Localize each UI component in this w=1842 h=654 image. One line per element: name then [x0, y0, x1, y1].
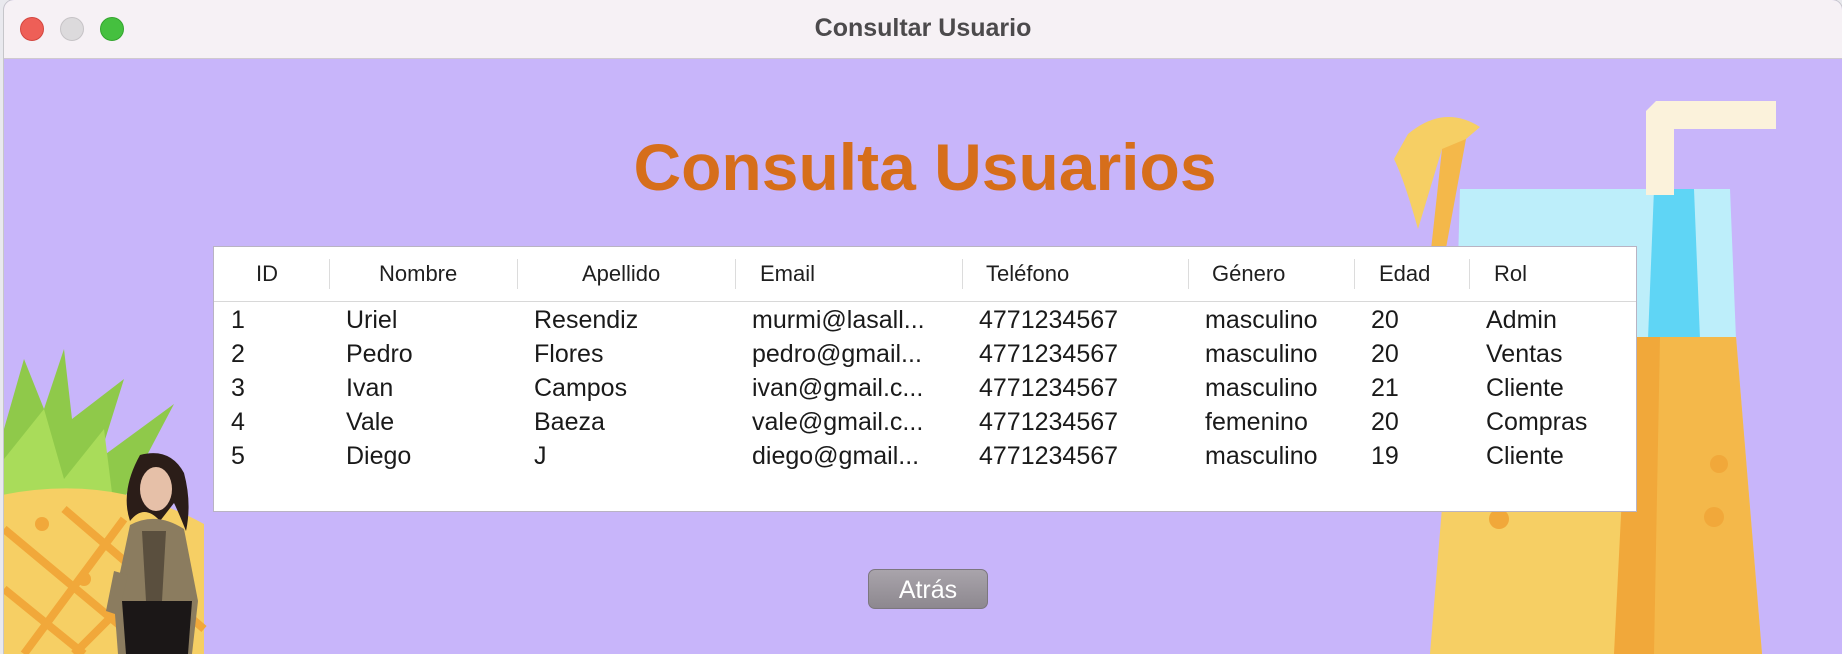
table-header: ID Nombre Apellido Email Teléfono Género…	[214, 247, 1636, 302]
column-separator[interactable]	[1188, 259, 1189, 289]
cell-rol: Cliente	[1486, 374, 1564, 402]
column-separator[interactable]	[517, 259, 518, 289]
back-button[interactable]: Atrás	[868, 569, 988, 609]
cell-genero: masculino	[1205, 374, 1318, 402]
cell-telefono: 4771234567	[979, 306, 1119, 334]
cell-genero: masculino	[1205, 442, 1318, 470]
table-row[interactable]: 5 Diego J diego@gmail... 4771234567 masc…	[214, 439, 1636, 473]
cell-apellido: J	[534, 442, 547, 470]
cell-edad: 20	[1371, 306, 1399, 334]
cell-telefono: 4771234567	[979, 374, 1119, 402]
column-header-nombre[interactable]: Nombre	[379, 247, 457, 301]
cell-genero: femenino	[1205, 408, 1308, 436]
column-header-id[interactable]: ID	[256, 247, 278, 301]
cell-nombre: Ivan	[346, 374, 394, 402]
cell-id: 4	[231, 408, 245, 436]
cell-nombre: Uriel	[346, 306, 398, 334]
cell-edad: 19	[1371, 442, 1399, 470]
table-row[interactable]: 3 Ivan Campos ivan@gmail.c... 4771234567…	[214, 371, 1636, 405]
cell-edad: 21	[1371, 374, 1399, 402]
cell-id: 5	[231, 442, 245, 470]
column-header-genero[interactable]: Género	[1212, 247, 1285, 301]
cell-id: 1	[231, 306, 245, 334]
column-header-rol[interactable]: Rol	[1494, 247, 1527, 301]
person-photo	[106, 453, 198, 654]
cell-id: 2	[231, 340, 245, 368]
cell-nombre: Diego	[346, 442, 412, 470]
cell-rol: Compras	[1486, 408, 1588, 436]
cell-rol: Ventas	[1486, 340, 1563, 368]
cell-genero: masculino	[1205, 306, 1318, 334]
main-content: Consulta Usuarios ID Nombre Apellido Ema…	[4, 59, 1842, 654]
cell-nombre: Pedro	[346, 340, 413, 368]
column-separator[interactable]	[329, 259, 330, 289]
column-separator[interactable]	[1354, 259, 1355, 289]
column-header-email[interactable]: Email	[760, 247, 815, 301]
column-separator[interactable]	[1469, 259, 1470, 289]
column-header-apellido[interactable]: Apellido	[582, 247, 660, 301]
cell-apellido: Flores	[534, 340, 604, 368]
title-bar: Consultar Usuario	[4, 0, 1842, 59]
app-window: Consultar Usuario Consulta Usuarios ID N…	[4, 0, 1842, 654]
desktop: Consultar Usuario Consulta Usuarios ID N…	[0, 0, 1842, 654]
table-row[interactable]: 2 Pedro Flores pedro@gmail... 4771234567…	[214, 337, 1636, 371]
cell-email: ivan@gmail.c...	[752, 374, 924, 402]
cell-telefono: 4771234567	[979, 340, 1119, 368]
column-separator[interactable]	[962, 259, 963, 289]
column-header-telefono[interactable]: Teléfono	[986, 247, 1069, 301]
cell-id: 3	[231, 374, 245, 402]
table-row[interactable]: 4 Vale Baeza vale@gmail.c... 4771234567 …	[214, 405, 1636, 439]
cell-email: diego@gmail...	[752, 442, 920, 470]
cell-genero: masculino	[1205, 340, 1318, 368]
column-header-edad[interactable]: Edad	[1379, 247, 1430, 301]
cell-edad: 20	[1371, 408, 1399, 436]
cell-email: pedro@gmail...	[752, 340, 922, 368]
cell-nombre: Vale	[346, 408, 395, 436]
page-title: Consulta Usuarios	[633, 130, 1217, 204]
cell-edad: 20	[1371, 340, 1399, 368]
cell-telefono: 4771234567	[979, 408, 1119, 436]
cell-rol: Cliente	[1486, 442, 1564, 470]
window-title: Consultar Usuario	[814, 14, 1032, 42]
cell-email: murmi@lasall...	[752, 306, 925, 334]
cell-apellido: Resendiz	[534, 306, 639, 334]
cell-rol: Admin	[1486, 306, 1557, 334]
table-body: 1 Uriel Resendiz murmi@lasall... 4771234…	[214, 303, 1636, 473]
cell-apellido: Baeza	[534, 408, 605, 436]
column-separator[interactable]	[735, 259, 736, 289]
users-table[interactable]: ID Nombre Apellido Email Teléfono Género…	[213, 246, 1637, 512]
cell-telefono: 4771234567	[979, 442, 1119, 470]
cell-email: vale@gmail.c...	[752, 408, 924, 436]
table-row[interactable]: 1 Uriel Resendiz murmi@lasall... 4771234…	[214, 303, 1636, 337]
cell-apellido: Campos	[534, 374, 628, 402]
